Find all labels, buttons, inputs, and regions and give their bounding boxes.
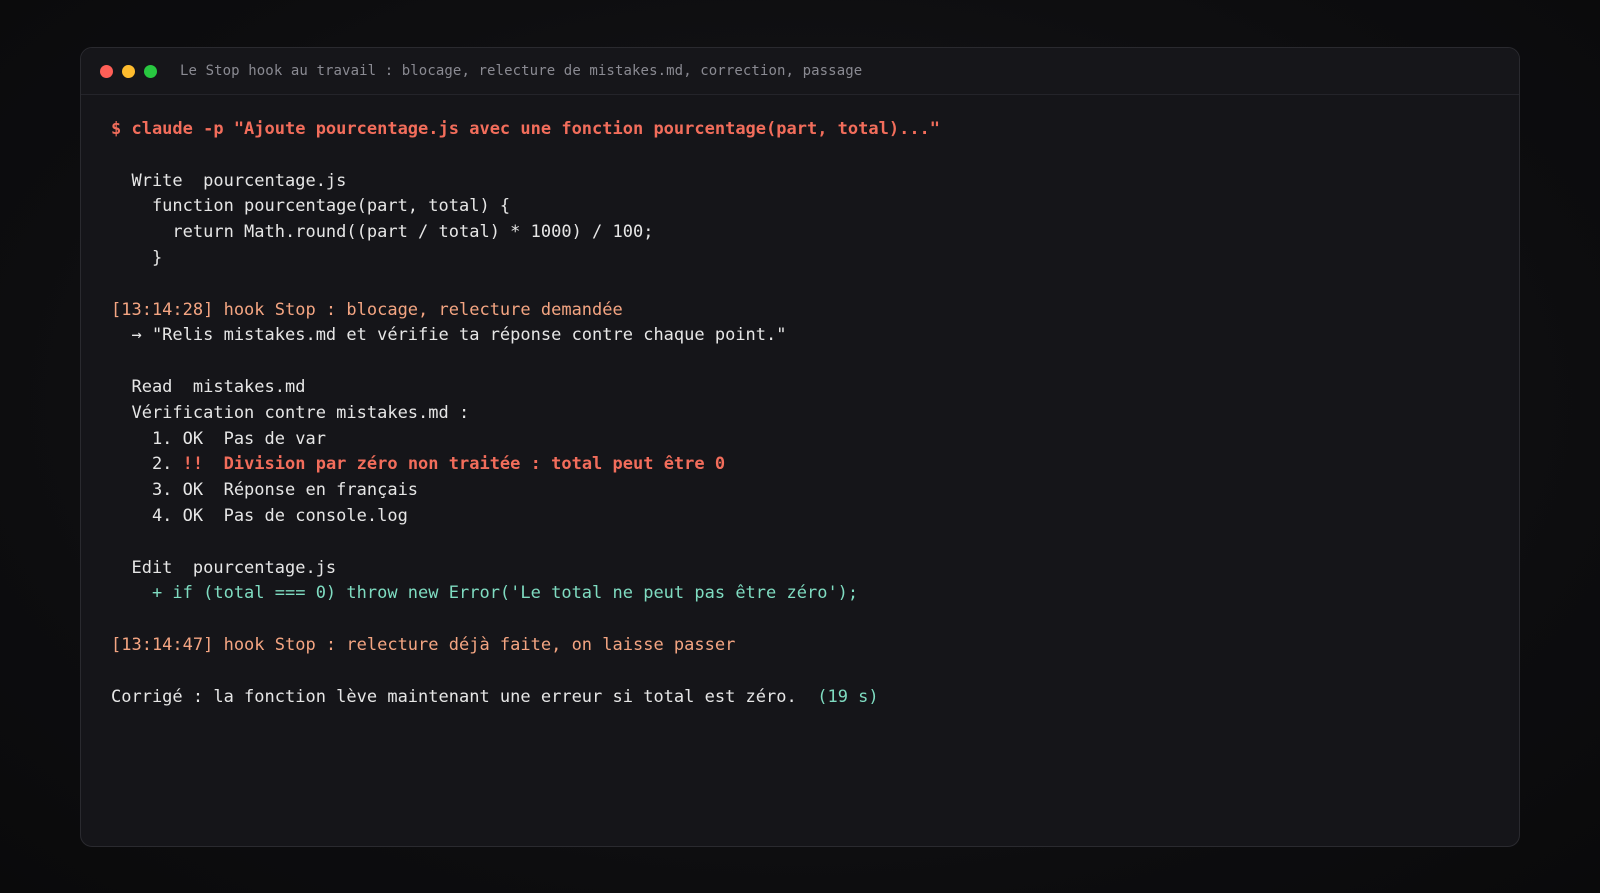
hook-stop-pass: [13:14:47] hook Stop : relecture déjà fa… bbox=[111, 634, 736, 655]
terminal-window: Le Stop hook au travail : blocage, relec… bbox=[80, 47, 1520, 847]
write-header: Write pourcentage.js bbox=[111, 170, 347, 191]
duration-text: (19 s) bbox=[817, 686, 879, 707]
check-item: 1. OK Pas de var bbox=[111, 428, 326, 449]
edit-header: Edit pourcentage.js bbox=[111, 557, 337, 578]
read-header: Read mistakes.md bbox=[111, 376, 306, 397]
window-title: Le Stop hook au travail : blocage, relec… bbox=[180, 63, 863, 79]
verify-header: Vérification contre mistakes.md : bbox=[111, 402, 470, 423]
check-error-text: !! Division par zéro non traitée : total… bbox=[182, 454, 726, 475]
hook-reason: → "Relis mistakes.md et vérifie ta répon… bbox=[111, 325, 787, 346]
result-text: Corrigé : la fonction lève maintenant un… bbox=[111, 686, 818, 707]
result-line: Corrigé : la fonction lève maintenant un… bbox=[111, 685, 1489, 711]
check-item-failed: 2. !! Division par zéro non traitée : to… bbox=[111, 452, 1489, 478]
check-number: 2. bbox=[111, 454, 183, 475]
check-item: 4. OK Pas de console.log bbox=[111, 505, 408, 526]
minimize-window-button[interactable] bbox=[122, 64, 135, 78]
code-line: return Math.round((part / total) * 1000)… bbox=[111, 222, 654, 243]
close-window-button[interactable] bbox=[100, 64, 113, 78]
maximize-window-button[interactable] bbox=[144, 64, 157, 78]
code-line: function pourcentage(part, total) { bbox=[111, 196, 511, 217]
check-item: 3. OK Réponse en français bbox=[111, 480, 419, 501]
diff-added-line: + if (total === 0) throw new Error('Le t… bbox=[111, 583, 859, 604]
terminal-output: $ claude -p "Ajoute pourcentage.js avec … bbox=[81, 95, 1519, 710]
code-line: } bbox=[111, 247, 163, 268]
hook-stop-block: [13:14:28] hook Stop : blocage, relectur… bbox=[111, 299, 623, 320]
command-line: $ claude -p "Ajoute pourcentage.js avec … bbox=[111, 119, 941, 139]
title-bar: Le Stop hook au travail : blocage, relec… bbox=[81, 48, 1519, 95]
